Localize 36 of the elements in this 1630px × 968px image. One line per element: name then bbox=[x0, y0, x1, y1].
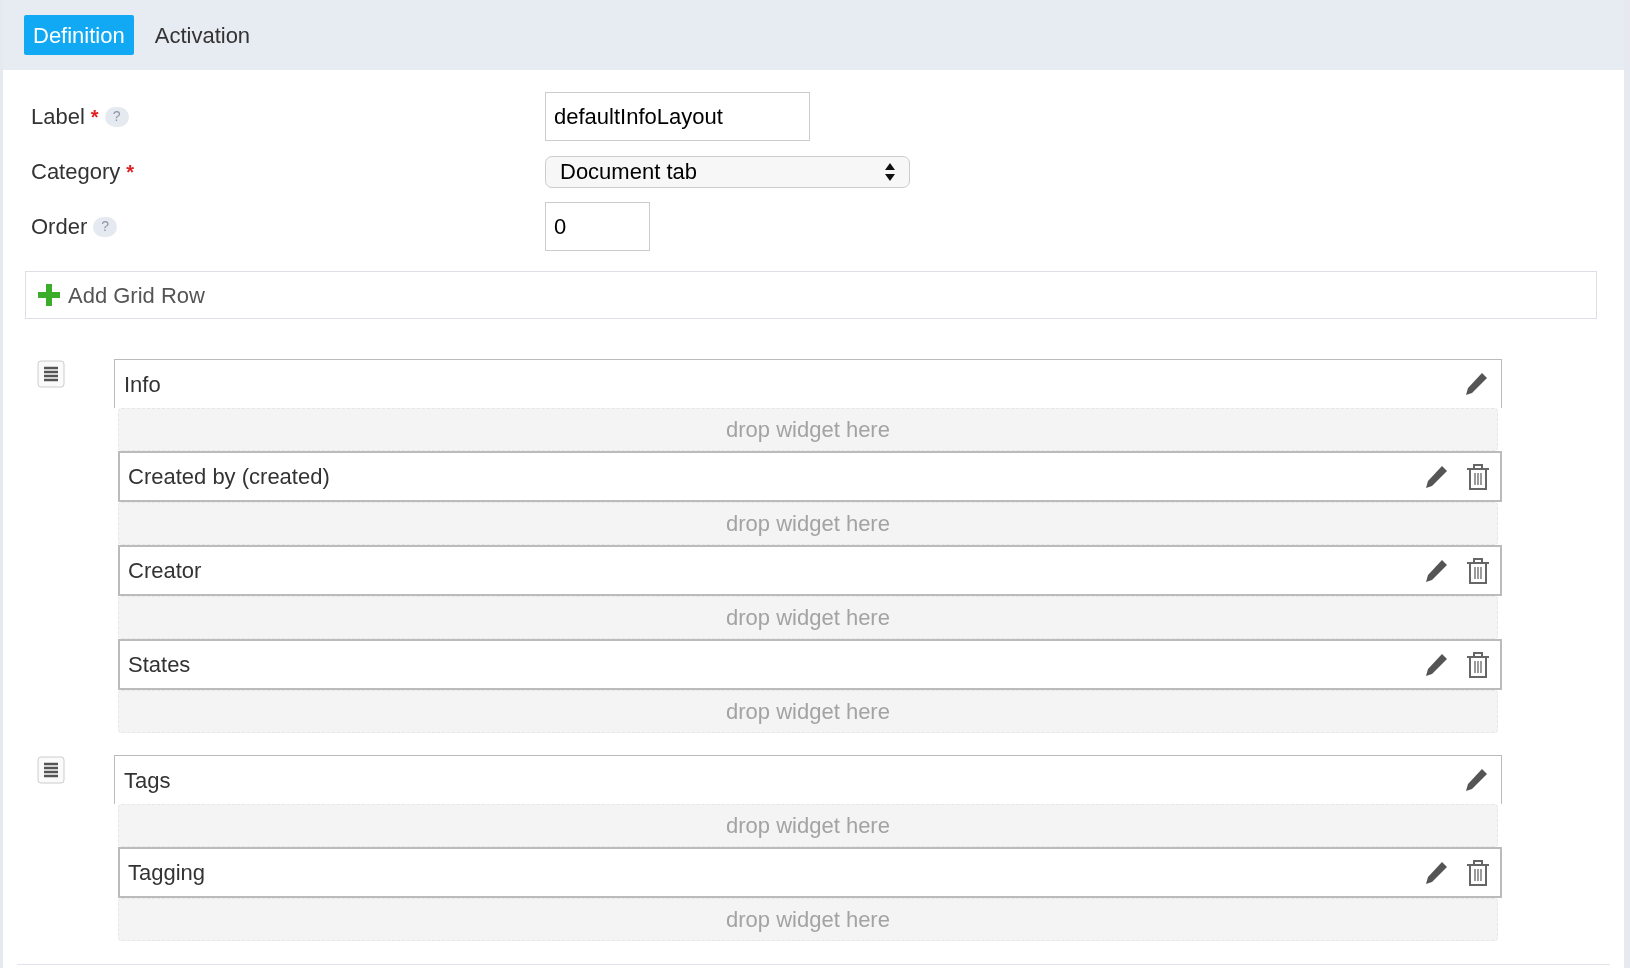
grid-row-title: Tags bbox=[124, 766, 171, 795]
drop-zone: drop widget here bbox=[118, 408, 1498, 451]
widget-label: Creator bbox=[128, 557, 202, 585]
plus-icon bbox=[38, 284, 60, 306]
pencil-icon[interactable] bbox=[1423, 557, 1449, 584]
drop-zone: drop widget here bbox=[118, 596, 1498, 639]
trash-icon[interactable] bbox=[1466, 556, 1490, 585]
trash-icon[interactable] bbox=[1466, 650, 1490, 679]
pencil-icon[interactable] bbox=[1463, 371, 1489, 397]
required-asterisk: * bbox=[90, 104, 99, 130]
pencil-icon[interactable] bbox=[1423, 859, 1449, 886]
number-input[interactable]: 0 bbox=[545, 202, 650, 251]
grid-row-title: Info bbox=[124, 370, 161, 399]
pencil-icon[interactable] bbox=[1423, 651, 1449, 678]
widget-label: States bbox=[128, 651, 191, 679]
trash-icon[interactable] bbox=[1466, 462, 1490, 491]
tab[interactable]: Activation bbox=[145, 15, 260, 55]
field-label: Label bbox=[31, 103, 85, 131]
menu-icon[interactable] bbox=[37, 756, 65, 784]
category-select[interactable]: Document tab bbox=[545, 155, 910, 188]
drop-zone: drop widget here bbox=[118, 502, 1498, 545]
updown-arrows-icon bbox=[885, 161, 895, 182]
drop-zone: drop widget here bbox=[118, 898, 1498, 941]
menu-icon[interactable] bbox=[37, 360, 65, 388]
text-input[interactable]: defaultInfoLayout bbox=[545, 92, 810, 141]
drop-zone: drop widget here bbox=[118, 690, 1498, 733]
widget-label: Tagging bbox=[128, 859, 206, 887]
required-asterisk: * bbox=[126, 159, 135, 185]
pencil-icon[interactable] bbox=[1423, 463, 1449, 490]
field-label: Order bbox=[31, 213, 88, 241]
add-grid-row-button[interactable]: Add Grid Row bbox=[25, 271, 1597, 319]
widget-label: Created by (created) bbox=[128, 463, 330, 491]
trash-icon[interactable] bbox=[1466, 858, 1490, 887]
pencil-icon[interactable] bbox=[1463, 767, 1489, 793]
field-label: Category bbox=[31, 158, 121, 186]
drop-zone: drop widget here bbox=[118, 804, 1498, 847]
